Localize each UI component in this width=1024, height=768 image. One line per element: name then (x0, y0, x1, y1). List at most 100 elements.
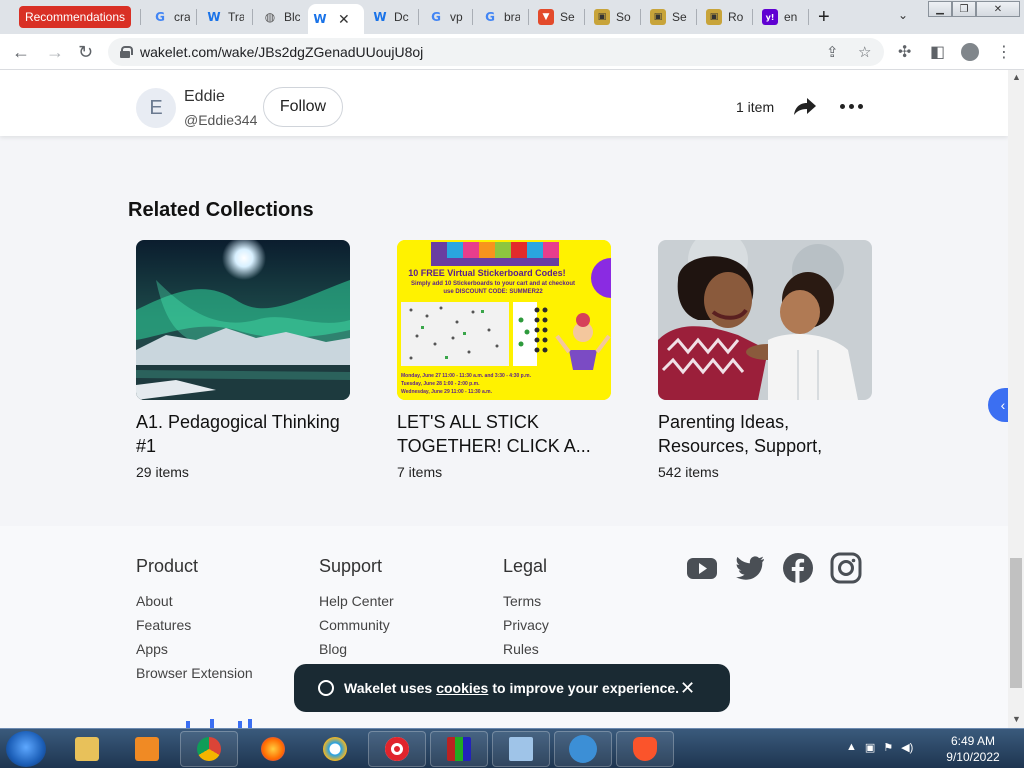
aurora-thumbnail[interactable] (136, 240, 350, 400)
restore-icon[interactable]: ❐ (952, 1, 976, 17)
facebook-icon[interactable] (782, 552, 814, 584)
tab-label: bra (504, 10, 520, 24)
firefox-icon[interactable] (244, 731, 302, 767)
browser-tab[interactable]: W Tra (202, 4, 244, 30)
browser-tab[interactable]: ▣ Se (646, 4, 688, 30)
extensions-puzzle-icon[interactable]: ✣ (898, 42, 911, 62)
scroll-down-arrow-icon[interactable]: ▼ (1012, 714, 1021, 724)
footer-link-community[interactable]: Community (319, 617, 394, 633)
start-button-windows-icon[interactable] (6, 731, 46, 767)
control-panel-icon[interactable] (492, 731, 550, 767)
browser-tab[interactable]: G cra (148, 4, 190, 30)
winrar-icon[interactable] (430, 731, 488, 767)
footer-link-browser-extension[interactable]: Browser Extension (136, 665, 253, 681)
new-tab-plus-icon[interactable]: + (818, 6, 830, 29)
browser-tab[interactable]: G vp (424, 4, 466, 30)
browser-tab-bar: Recommendations G cra W Tra ◍ Blc W ✕ W … (0, 0, 1024, 34)
profile-avatar-icon[interactable] (961, 43, 979, 61)
side-panel-icon[interactable]: ◧ (930, 42, 945, 62)
footer-link-terms[interactable]: Terms (503, 593, 549, 609)
stickerboard-headline: 10 FREE Virtual Stickerboard Codes! (408, 268, 566, 278)
tab-label: Tra (228, 10, 244, 24)
chrome-taskbar-icon[interactable] (180, 731, 238, 767)
file-explorer-icon[interactable] (58, 731, 116, 767)
browser-tab-active[interactable]: W ✕ (308, 4, 364, 34)
parenting-photo-thumbnail[interactable] (658, 240, 872, 400)
share-page-icon[interactable]: ⇪ (826, 43, 839, 61)
tray-expand-chevron-icon[interactable]: ▲ (846, 741, 857, 754)
tab-separator (472, 9, 473, 25)
author-handle[interactable]: @Eddie344 (184, 112, 257, 128)
collection-card-title[interactable]: A1. Pedagogical Thinking #1 (136, 410, 350, 458)
footer-link-blog[interactable]: Blog (319, 641, 394, 657)
browser-tab[interactable]: y! en (758, 4, 800, 30)
page-scrollbar[interactable]: ▲ ▼ (1008, 70, 1024, 728)
collapse-panel-chevron-icon[interactable]: ‹ (988, 388, 1008, 422)
more-options-icon[interactable] (840, 104, 863, 109)
action-center-flag-icon[interactable]: ⚑ (883, 741, 893, 754)
browser-tab[interactable]: G bra (478, 4, 520, 30)
cookie-close-icon[interactable]: ✕ (680, 678, 695, 699)
collection-card-count: 542 items (658, 464, 719, 480)
bookmark-star-icon[interactable]: ☆ (858, 43, 871, 61)
network-icon[interactable]: ▣ (865, 741, 875, 754)
browser-tab[interactable]: W Dc (368, 4, 410, 30)
author-name[interactable]: Eddie (184, 88, 225, 106)
collection-card[interactable]: 10 FREE Virtual Stickerboard Codes! Simp… (397, 240, 611, 480)
browser-tab[interactable]: ◍ Blc (258, 4, 300, 30)
footer-product-column: Product About Features Apps Browser Exte… (136, 556, 253, 689)
collection-card[interactable]: Parenting Ideas, Resources, Support, and… (658, 240, 872, 480)
google-icon: G (485, 10, 495, 24)
window-controls: ▁ ❐ ✕ (928, 1, 1020, 17)
forward-arrow-icon[interactable]: → (46, 42, 64, 63)
scroll-up-arrow-icon[interactable]: ▲ (1012, 72, 1021, 82)
reload-icon[interactable]: ↻ (78, 42, 93, 63)
collection-card[interactable]: A1. Pedagogical Thinking #1 29 items (136, 240, 350, 480)
tab-label: Se (672, 10, 687, 24)
author-avatar[interactable]: E (136, 88, 176, 128)
instagram-icon[interactable] (830, 552, 862, 584)
share-arrow-icon[interactable] (793, 96, 817, 116)
footer-link-about[interactable]: About (136, 593, 253, 609)
browser-tab[interactable]: ▼ Se (534, 4, 576, 30)
follow-button[interactable]: Follow (263, 87, 343, 127)
browser-tab[interactable]: ▣ Ro (702, 4, 744, 30)
opera-icon[interactable] (368, 731, 426, 767)
vpn-app-icon[interactable] (306, 731, 364, 767)
tab-separator (418, 9, 419, 25)
tab-label: en (784, 10, 798, 24)
volume-icon[interactable]: ◀) (901, 741, 913, 754)
minimize-icon[interactable]: ▁ (928, 1, 952, 17)
footer-heading: Product (136, 556, 199, 576)
cookies-link[interactable]: cookies (436, 680, 488, 696)
youtube-icon[interactable] (686, 552, 718, 584)
footer-link-help-center[interactable]: Help Center (319, 593, 394, 609)
address-bar[interactable]: wakelet.com/wake/JBs2dgZGenadUUoujU8oj (108, 38, 884, 66)
collection-card-title[interactable]: LET'S ALL STICK TOGETHER! CLICK A... (397, 410, 611, 458)
media-player-icon[interactable] (118, 731, 176, 767)
tab-search-chevron-icon[interactable]: ⌄ (898, 8, 908, 22)
recommendations-tab[interactable]: Recommendations (19, 6, 131, 28)
twitter-icon[interactable] (734, 552, 766, 584)
browser-menu-icon[interactable]: ⋮ (996, 42, 1012, 62)
back-arrow-icon[interactable]: ← (12, 42, 30, 63)
footer-link-apps[interactable]: Apps (136, 641, 253, 657)
taskbar-clock[interactable]: 6:49 AM 9/10/2022 (938, 733, 1008, 765)
tab-label: Blc (284, 10, 300, 24)
scrollbar-thumb[interactable] (1010, 558, 1022, 688)
stickerboard-thumbnail[interactable]: 10 FREE Virtual Stickerboard Codes! Simp… (397, 240, 611, 400)
footer-link-privacy[interactable]: Privacy (503, 617, 549, 633)
tab-close-icon[interactable]: ✕ (338, 11, 350, 28)
collection-card-title[interactable]: Parenting Ideas, Resources, Support, and… (658, 410, 872, 458)
tab-label: Ro (728, 10, 744, 24)
tab-separator (140, 9, 141, 25)
window-close-icon[interactable]: ✕ (976, 1, 1020, 17)
footer-link-rules[interactable]: Rules (503, 641, 549, 657)
browser-tab[interactable]: ▣ So (590, 4, 632, 30)
brave-taskbar-icon[interactable] (616, 731, 674, 767)
footer-support-column: Support Help Center Community Blog (319, 556, 394, 665)
tab-separator (196, 9, 197, 25)
collection-header: E Eddie @Eddie344 Follow 1 item (0, 70, 1008, 136)
footer-link-features[interactable]: Features (136, 617, 253, 633)
qbittorrent-icon[interactable] (554, 731, 612, 767)
